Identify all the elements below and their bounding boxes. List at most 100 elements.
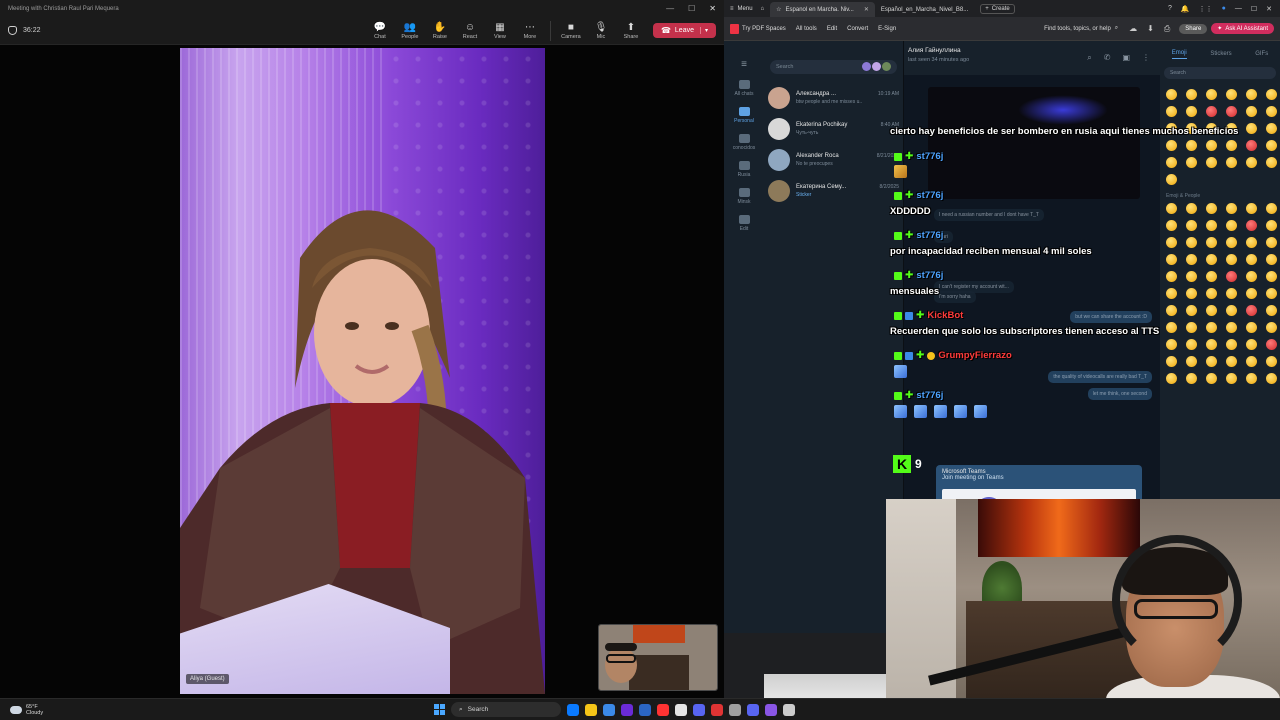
chat-username[interactable]: KickBot — [927, 310, 963, 321]
emoji-tab-stickers[interactable]: Stickers — [1210, 51, 1231, 57]
find-tools-search[interactable]: Find tools, topics, or help ⌕ — [1044, 25, 1118, 32]
kick-badge-icon — [894, 231, 902, 240]
chat-username[interactable]: st776j — [916, 270, 943, 281]
toolbar-share-button[interactable]: ⬆ Share — [617, 22, 645, 40]
self-video-preview[interactable] — [598, 624, 718, 691]
emoji-item[interactable] — [1186, 89, 1197, 100]
bell-icon[interactable]: 🔔 — [1181, 5, 1190, 13]
participant-video[interactable]: Aliya (Guest) — [180, 48, 545, 694]
pdf-spaces-button[interactable]: Try PDF Spaces — [730, 23, 786, 34]
chat-list-item[interactable]: Александра ... 10:19 AM btw people and me … — [764, 82, 903, 113]
print-icon[interactable]: ⎙ — [1164, 24, 1170, 34]
chat-list-item[interactable]: Ekaterina Pochikay 8:40 AM Чуть-чуть — [764, 113, 903, 144]
folder-conocidos[interactable]: conocidos — [724, 134, 764, 151]
more-icon[interactable]: ⋮ — [1142, 53, 1150, 63]
help-icon[interactable]: ? — [1168, 5, 1172, 12]
toolbar-mic-button[interactable]: 🎙 Mic — [587, 22, 615, 40]
minimize-icon[interactable]: — — [1235, 5, 1242, 12]
all-tools-menu[interactable]: All tools — [796, 26, 817, 32]
profile-icon[interactable]: ● — [1222, 5, 1226, 12]
emoji-tab-emoji[interactable]: Emoji — [1171, 50, 1187, 59]
download-icon[interactable]: ⬇ — [1147, 24, 1154, 33]
leave-button[interactable]: ☎ Leave ▾ — [652, 23, 716, 38]
close-tab-icon[interactable]: ✕ — [864, 6, 869, 13]
search-icon[interactable]: ⌕ — [1087, 53, 1091, 63]
chat-username[interactable]: GrumpyFierrazo — [938, 350, 1011, 361]
browser-tab-2[interactable]: Español_en_Marcha_Nivel_B8... — [875, 2, 974, 17]
chevron-down-icon[interactable]: ▾ — [699, 27, 708, 34]
toolbar-react-button[interactable]: ☺ React — [456, 22, 484, 40]
minimize-icon[interactable]: — — [666, 4, 674, 13]
taskbar-app-icon[interactable] — [639, 703, 651, 716]
sidebar-icon[interactable]: ▣ — [1122, 53, 1130, 63]
browser-menu-button[interactable]: ≡ Menu — [730, 6, 753, 12]
chat-search-input[interactable]: Search — [770, 60, 897, 74]
telegram-menu-icon[interactable]: ≡ — [724, 59, 764, 70]
chat-username[interactable]: st776j — [916, 151, 943, 162]
story-avatars[interactable] — [862, 62, 891, 71]
emoji-item[interactable] — [1226, 106, 1237, 117]
folder-edit[interactable]: Edit — [724, 215, 764, 232]
emoji-item[interactable] — [1266, 89, 1277, 100]
share-button[interactable]: Share — [1179, 23, 1208, 34]
emoji-item[interactable] — [1226, 89, 1237, 100]
taskbar-app-icon[interactable] — [675, 703, 687, 716]
maximize-icon[interactable]: ☐ — [688, 4, 695, 13]
phone-icon[interactable]: ✆ — [1104, 53, 1111, 63]
folder-rusia[interactable]: Rusia — [724, 161, 764, 178]
taskbar-app-icon[interactable] — [657, 703, 669, 716]
chat-list-item[interactable]: Alexander Roca 8/21/2025 No te preocupes — [764, 144, 903, 175]
emoji-item[interactable] — [1246, 89, 1257, 100]
ai-assistant-button[interactable]: ✦ Ask AI Assistant — [1211, 23, 1274, 34]
toolbar-more-button[interactable]: ⋯ More — [516, 22, 544, 40]
folder-all-chats[interactable]: All chats — [724, 80, 764, 97]
taskbar-app-icon[interactable] — [567, 703, 579, 716]
windows-start-icon[interactable] — [434, 704, 445, 715]
esign-menu[interactable]: E-Sign — [878, 26, 896, 32]
emoji-item[interactable] — [1266, 106, 1277, 117]
emoji-tab-gifs[interactable]: GIFs — [1255, 51, 1268, 57]
folder-minsk[interactable]: Minsk — [724, 188, 764, 205]
view-icon: ▦ — [495, 21, 505, 33]
taskbar-app-icon[interactable] — [693, 703, 705, 716]
toolbar-people-button[interactable]: 👥 People — [396, 22, 424, 40]
edit-menu[interactable]: Edit — [827, 26, 837, 32]
emoji-item[interactable] — [1206, 106, 1217, 117]
taskbar-app-icon[interactable] — [729, 703, 741, 716]
folder-personal[interactable]: Personal — [724, 107, 764, 124]
weather-widget[interactable]: 65°F Cloudy — [0, 704, 43, 716]
taskbar-search[interactable]: ⌕ Search — [451, 702, 561, 717]
home-icon[interactable]: ⌂ — [761, 6, 765, 12]
toolbar-camera-button[interactable]: ■ Camera — [557, 22, 585, 40]
emoji-search-input[interactable]: Search — [1164, 67, 1276, 79]
close-icon[interactable]: ✕ — [1266, 5, 1272, 13]
browser-tab-1[interactable]: ☆ Espanol en Marcha. Niv... ✕ — [770, 2, 875, 17]
emoji-item[interactable] — [1206, 89, 1217, 100]
apps-grid-icon[interactable]: ⋮⋮ — [1199, 5, 1213, 13]
toolbar-chat-button[interactable]: 💬 Chat — [366, 22, 394, 40]
toolbar-raise-button[interactable]: ✋ Raise — [426, 22, 454, 40]
taskbar-app-icon[interactable] — [621, 703, 633, 716]
chat-username[interactable]: st776j — [916, 190, 943, 201]
emoji-item[interactable] — [1246, 106, 1257, 117]
taskbar-app-icon[interactable] — [747, 703, 759, 716]
chat-list-item[interactable]: Екатерина Сему... 8/2/2025 Sticker — [764, 175, 903, 206]
convert-menu[interactable]: Convert — [847, 26, 868, 32]
emoji-item[interactable] — [1166, 106, 1177, 117]
taskbar-app-icon[interactable] — [783, 703, 795, 716]
maximize-icon[interactable]: ☐ — [1251, 5, 1257, 13]
taskbar-app-icon[interactable] — [603, 703, 615, 716]
chat-username[interactable]: st776j — [916, 230, 943, 241]
close-icon[interactable]: ✕ — [709, 4, 716, 13]
taskbar-app-icon[interactable] — [711, 703, 723, 716]
chat-username[interactable]: st776j — [916, 390, 943, 401]
star-icon: ☆ — [776, 7, 782, 13]
conversation-header[interactable]: Алия Гайнуллина last seen 34 minutes ago… — [904, 41, 1160, 75]
upload-cloud-icon[interactable]: ☁ — [1129, 24, 1137, 33]
taskbar-app-icon[interactable] — [585, 703, 597, 716]
emoji-item[interactable] — [1186, 106, 1197, 117]
emoji-item[interactable] — [1166, 89, 1177, 100]
taskbar-app-icon[interactable] — [765, 703, 777, 716]
toolbar-view-button[interactable]: ▦ View — [486, 22, 514, 40]
create-button[interactable]: + Create — [980, 3, 1015, 14]
